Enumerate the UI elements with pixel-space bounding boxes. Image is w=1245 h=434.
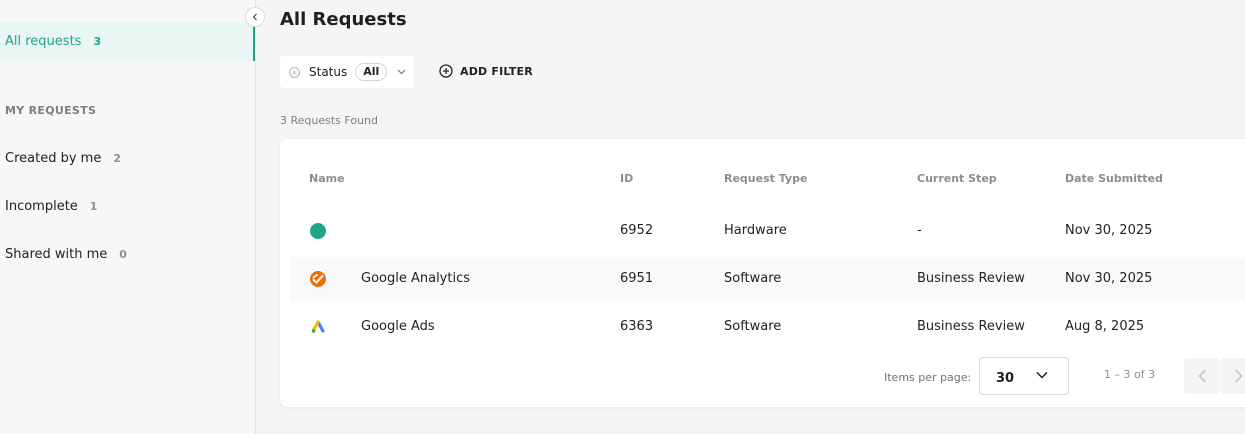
cell-name: Google Analytics [361,271,471,286]
table-row[interactable]: 6952 Hardware - Nov 30, 2025 [290,209,1245,253]
sidebar: All requests 3 MY REQUESTS Created by me… [0,0,256,434]
previous-page-button[interactable] [1184,358,1220,394]
cell-current-step: Business Review [917,271,1025,286]
chevron-left-icon [252,13,257,21]
requests-table-card: Name ID Request Type Current Step Date S… [280,139,1245,407]
page-title: All Requests [280,9,407,30]
add-filter-button[interactable]: ADD FILTER [439,64,533,78]
sidebar-item-count: 0 [119,247,127,261]
column-header-date-submitted[interactable]: Date Submitted [1065,172,1163,185]
sidebar-item-count: 3 [93,35,102,48]
chevron-down-icon[interactable] [397,69,406,75]
sidebar-item-count: 2 [113,151,121,165]
cell-request-type: Software [724,319,782,334]
column-header-request-type[interactable]: Request Type [724,172,807,185]
cell-request-type: Software [724,271,782,286]
sidebar-item-count: 1 [89,199,98,213]
table-row[interactable]: Google Analytics 6951 Software Business … [290,257,1245,301]
items-per-page-value: 30 [996,371,1015,386]
column-header-id[interactable]: ID [620,172,633,185]
cell-id: 6952 [620,223,654,238]
google-analytics-icon [310,271,326,287]
sidebar-item-label: Shared with me [5,246,108,262]
status-filter-chip[interactable]: × Status All [280,56,413,88]
cell-id: 6363 [620,319,654,334]
sidebar-item-label: Incomplete [5,198,78,214]
plus-circle-icon [439,64,453,78]
filter-value-badge: All [355,63,388,81]
cell-name: Google Ads [361,319,435,334]
filter-label: Status [309,65,348,79]
sidebar-item-label: Created by me [5,150,102,166]
sidebar-item-incomplete[interactable]: Incomplete 1 [5,196,97,216]
cell-date-submitted: Aug 8, 2025 [1065,319,1145,334]
cell-date-submitted: Nov 30, 2025 [1065,271,1153,286]
cell-date-submitted: Nov 30, 2025 [1065,223,1153,238]
sidebar-collapse-button[interactable] [245,7,265,27]
pagination-range: 1 – 3 of 3 [1104,368,1156,381]
cell-current-step: - [917,223,922,238]
cell-id: 6951 [620,271,654,286]
green-dot-icon [310,223,326,239]
clear-filter-icon[interactable]: × [289,66,300,78]
items-per-page-label: Items per page: [884,371,972,384]
chevron-left-icon [1197,369,1206,383]
add-filter-label: ADD FILTER [460,64,533,78]
chevron-down-icon [1036,371,1048,379]
sidebar-item-created-by-me[interactable]: Created by me 2 [5,148,121,168]
sidebar-item-shared-with-me[interactable]: Shared with me 0 [5,244,127,264]
cell-current-step: Business Review [917,319,1025,334]
results-count: 3 Requests Found [280,114,378,127]
chevron-right-icon [1234,369,1243,383]
sidebar-item-label: All requests [5,34,82,49]
google-ads-icon [310,319,326,335]
cell-request-type: Hardware [724,223,787,238]
items-per-page-select[interactable]: 30 [979,357,1069,395]
next-page-button[interactable] [1221,358,1245,394]
section-title-my-requests: MY REQUESTS [5,104,97,117]
column-header-current-step[interactable]: Current Step [917,172,997,185]
sidebar-item-all-requests[interactable]: All requests 3 [0,22,255,61]
table-row[interactable]: Google Ads 6363 Software Business Review… [290,305,1245,349]
column-header-name[interactable]: Name [309,172,345,185]
